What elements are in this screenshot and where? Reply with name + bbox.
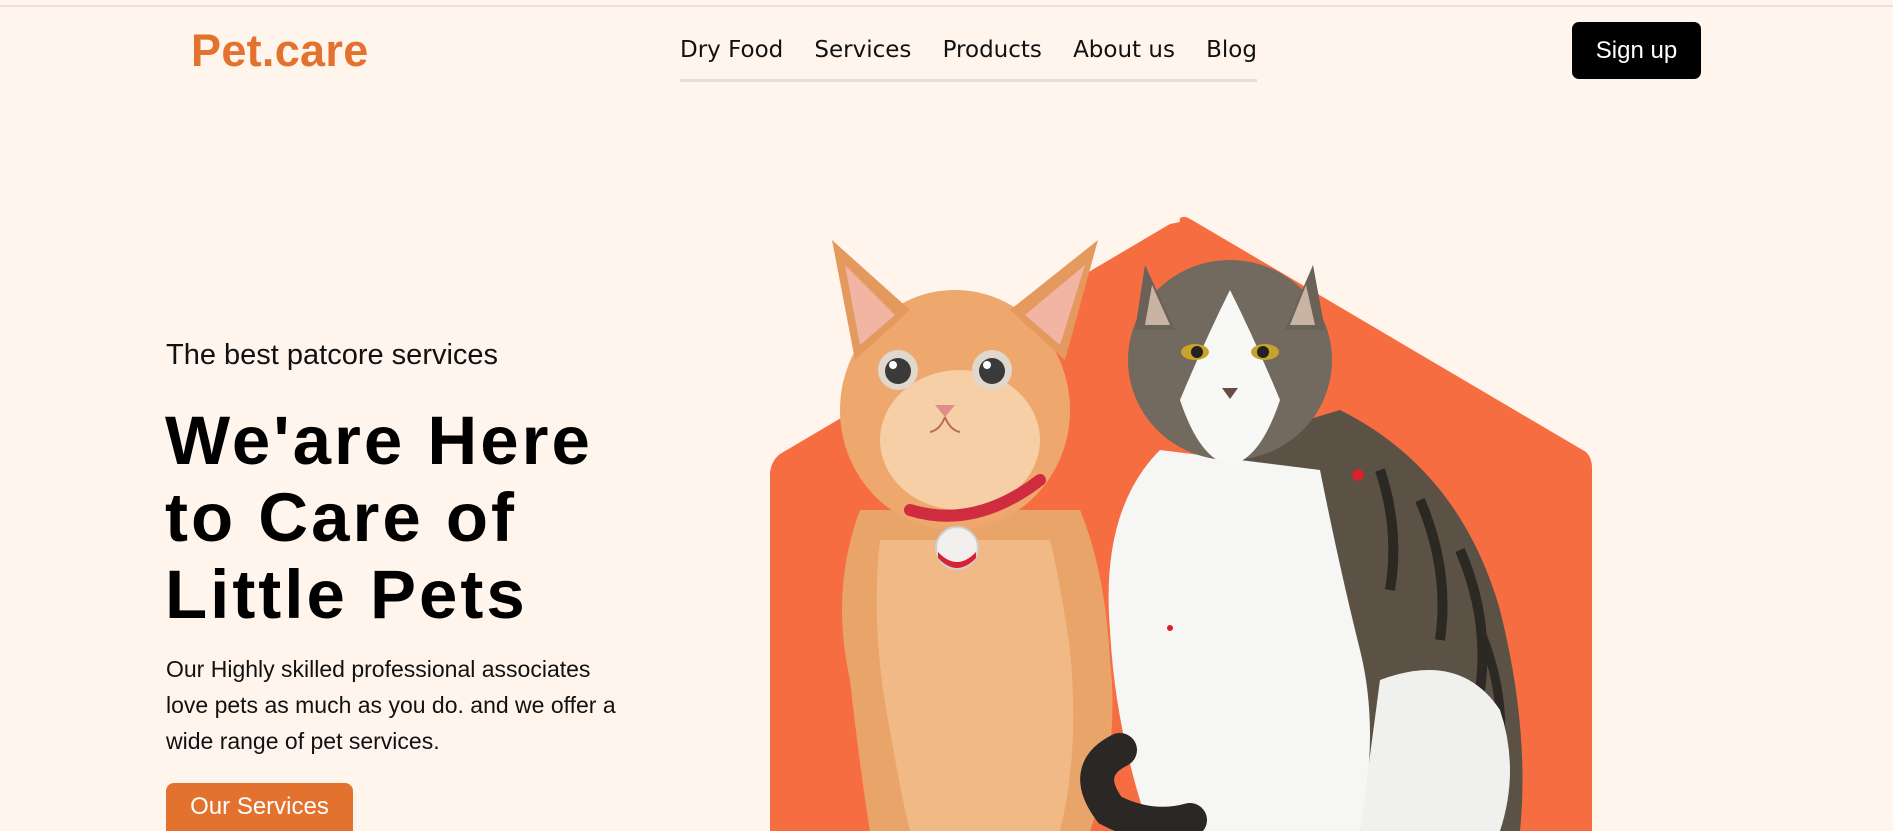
hero-image [760,210,1610,831]
hero-description: Our Highly skilled professional associat… [166,656,616,754]
orange-kitten [832,240,1113,831]
nav-item-dry-food[interactable]: Dry Food [680,34,783,66]
site-logo[interactable]: Pet.care [191,25,369,77]
tabby-cat [1080,260,1523,831]
main-nav: Dry Food Services Products About us Blog [680,34,1257,82]
our-services-button[interactable]: Our Services [166,783,353,831]
hero-headline-line: Little Pets [165,556,528,633]
hero-illustration [770,216,1592,831]
nav-item-services[interactable]: Services [814,34,911,66]
hero-tagline: The best patcore services [166,339,499,371]
landing-page: Pet.care Dry Food Services Products Abou… [0,0,1893,831]
top-divider [0,5,1893,7]
sign-up-button[interactable]: Sign up [1572,22,1701,79]
hero-headline-line: to Care of [165,479,518,556]
nav-item-blog[interactable]: Blog [1206,34,1257,66]
nav-item-about-us[interactable]: About us [1073,34,1175,66]
hero-headline-line: We'are Here [165,402,593,479]
nav-item-products[interactable]: Products [943,34,1042,66]
hero-headline: We'are Here to Care of Little Pets [165,402,645,633]
